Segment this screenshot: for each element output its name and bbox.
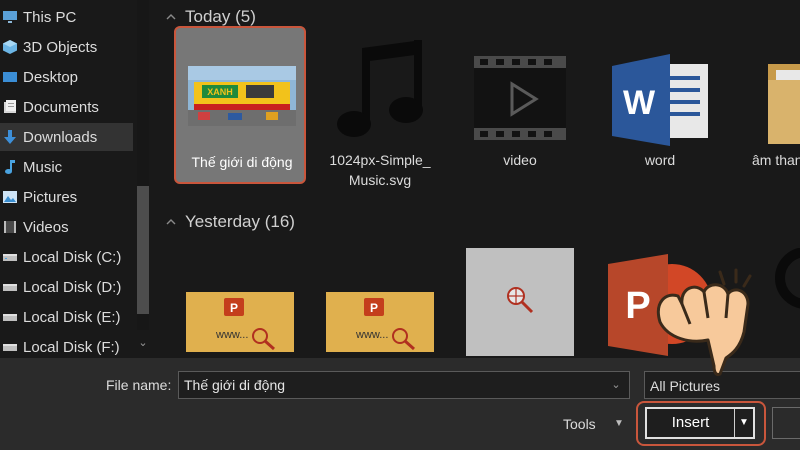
drive-icon [3,314,17,321]
file-name: âm thanh [752,152,800,168]
file-name-line: Music.svg [348,172,412,188]
nav-item-label: 3D Objects [23,38,98,56]
nav-item-local-disk-c[interactable]: Local Disk (C:) [0,243,133,271]
group-header-today[interactable]: Today (5) [165,6,256,28]
folder-icon [768,64,800,144]
nav-item-local-disk-d[interactable]: Local Disk (D:) [0,273,133,301]
file-name: 1024px-Simple_ Music.svg [314,150,446,190]
videos-icon [4,221,16,233]
chevron-up-icon [166,14,176,20]
nav-item-local-disk-f[interactable]: Local Disk (F:) [0,333,133,361]
nav-item-downloads[interactable]: Downloads [0,123,133,151]
this-pc-icon [3,11,17,23]
nav-item-local-disk-e[interactable]: Local Disk (E:) [0,303,133,331]
sidebar-scrollbar[interactable]: ⌄ [133,0,153,358]
thumbnail-text: www... [355,329,388,341]
insert-button-label: Insert [647,409,735,437]
nav-item-label: Local Disk (F:) [23,338,120,356]
documents-icon [4,100,16,113]
nav-item-this-pc[interactable]: This PC [0,3,133,31]
nav-item-videos[interactable]: Videos [0,213,133,241]
filename-label: File name: [106,377,172,393]
nav-item-label: Local Disk (D:) [23,278,122,296]
file-tile-powerpoint-web[interactable]: P www... [314,232,446,358]
downloads-icon [4,130,16,144]
group-header-label: Yesterday (16) [185,212,295,231]
powerpoint-web-thumbnail: P www... [186,292,294,352]
file-tile-photo[interactable]: XANH Thế giới di động [174,26,306,184]
nav-item-label: Desktop [23,68,79,86]
nav-item-label: Videos [23,218,69,236]
nav-item-desktop[interactable]: Desktop [0,63,133,91]
desktop-icon [3,72,17,82]
nav-item-documents[interactable]: Documents [0,93,133,121]
tools-menu[interactable]: Tools [563,416,596,432]
svg-text:P: P [625,285,650,327]
thumbnail-text: www... [215,329,248,341]
drive-icon [3,254,17,261]
drive-icon [3,344,17,351]
pictures-icon [3,191,17,203]
file-name: word [644,152,676,168]
music-note-icon [337,40,423,137]
drive-icon [3,284,17,291]
file-tile-music-svg[interactable]: 1024px-Simple_ Music.svg [314,26,446,188]
navigation-pane: This PC 3D Objects Desktop Documents Dow… [0,0,155,358]
group-header-yesterday[interactable]: Yesterday (16) [165,211,295,233]
insert-button[interactable]: Insert ▼ [645,407,755,439]
file-tile-powerpoint-web[interactable]: P www... [174,232,306,358]
group-header-label: Today (5) [185,7,256,26]
3d-objects-icon [3,40,17,54]
file-name: video [503,152,537,168]
chevron-up-icon [166,219,176,225]
chevron-down-icon[interactable]: ⌄ [608,376,624,394]
nav-item-label: This PC [23,8,77,26]
file-tile-web-search[interactable] [454,232,586,358]
filename-input[interactable] [178,371,630,399]
word-document-icon: W [612,54,708,146]
nav-item-label: Local Disk (E:) [23,308,121,326]
scrollbar-thumb[interactable] [137,186,149,314]
pointing-hand-icon [657,268,752,376]
file-tile-word[interactable]: W word [594,26,726,184]
photo-thumbnail: XANH [188,66,296,126]
file-name-line: 1024px-Simple_ [329,152,431,168]
nav-item-label: Downloads [23,128,98,146]
nav-item-label: Documents [23,98,99,116]
nav-item-music[interactable]: Music [0,153,133,181]
caret-down-icon[interactable]: ▼ [735,409,753,437]
file-tile-video[interactable]: video [454,26,586,184]
cancel-button[interactable] [772,407,800,439]
store-sign-text: XANH [207,87,233,97]
caret-down-icon[interactable]: ▼ [614,418,624,429]
file-tile-folder[interactable]: âm thanh [734,26,800,184]
nav-item-pictures[interactable]: Pictures [0,183,133,211]
chevron-down-icon[interactable]: ⌄ [135,335,151,351]
nav-item-label: Music [23,158,63,176]
nav-item-label: Local Disk (C:) [23,248,122,266]
nav-item-label: Pictures [23,188,78,206]
video-file-icon [474,56,566,140]
svg-text:P: P [370,301,378,315]
web-search-thumbnail [466,248,574,356]
svg-text:P: P [230,301,238,315]
powerpoint-web-thumbnail: P www... [326,292,434,352]
music-icon [5,160,15,174]
file-name: Thế giới di động [191,154,293,170]
nav-item-3d-objects[interactable]: 3D Objects [0,33,133,61]
svg-text:W: W [623,84,656,122]
filetype-value: All Pictures [650,378,721,394]
